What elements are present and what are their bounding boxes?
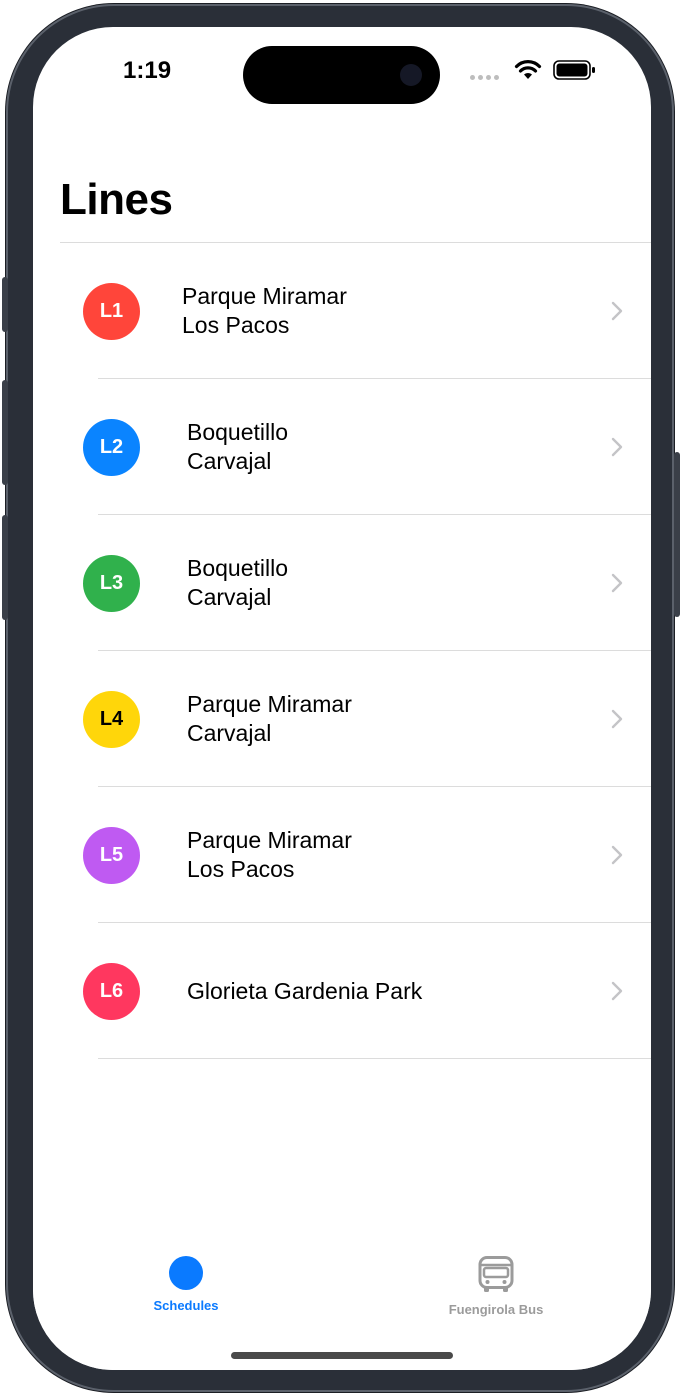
volume-up-button <box>2 380 8 485</box>
line-badge: L2 <box>83 419 140 476</box>
tab-schedules-label: Schedules <box>153 1298 219 1313</box>
tab-fuengirola-bus[interactable]: Fuengirola Bus <box>421 1256 571 1317</box>
line-row-l5[interactable]: L5 Parque Miramar Los Pacos <box>33 787 651 923</box>
line-badge-label: L5 <box>99 844 124 866</box>
volume-down-button <box>2 515 8 620</box>
line-stop-destination: Carvajal <box>187 448 272 474</box>
line-stop-destination: Carvajal <box>187 584 272 610</box>
line-row-l3[interactable]: L3 Boquetillo Carvajal <box>33 515 651 651</box>
cellular-signal-icon <box>470 75 499 80</box>
line-badge: L1 <box>83 283 140 340</box>
line-stop-destination: Carvajal <box>187 720 272 746</box>
wifi-icon <box>514 60 542 79</box>
chevron-right-icon <box>611 709 623 729</box>
line-stops: Parque Miramar Los Pacos <box>182 243 347 379</box>
line-row-l2[interactable]: L2 Boquetillo Carvajal <box>33 379 651 515</box>
power-button <box>674 452 680 617</box>
tab-schedules[interactable]: Schedules <box>111 1256 261 1313</box>
line-badge-label: L2 <box>99 436 124 458</box>
battery-icon <box>553 60 595 80</box>
line-stop-destination: Los Pacos <box>182 312 290 338</box>
tab-bar: Schedules Fuengirola Bus <box>33 1242 651 1370</box>
line-stops: Boquetillo Carvajal <box>187 379 288 515</box>
line-stop-origin: Parque Miramar <box>182 283 347 309</box>
lines-list: L1 Parque Miramar Los Pacos L2 Boquetill… <box>33 243 651 1059</box>
line-stop-destination: Los Pacos <box>187 856 295 882</box>
row-divider <box>98 1058 651 1059</box>
line-stop-origin: Parque Miramar <box>187 691 352 717</box>
line-badge-label: L4 <box>99 708 124 730</box>
chevron-right-icon <box>611 981 623 1001</box>
line-badge: L6 <box>83 963 140 1020</box>
line-stops: Glorieta Gardenia Park <box>187 923 422 1059</box>
chevron-right-icon <box>611 437 623 457</box>
line-badge: L4 <box>83 691 140 748</box>
line-stop-origin: Parque Miramar <box>187 827 352 853</box>
status-bar: 1:19 <box>33 27 651 117</box>
line-badge-label: L1 <box>99 300 124 322</box>
line-row-l4[interactable]: L4 Parque Miramar Carvajal <box>33 651 651 787</box>
chevron-right-icon <box>611 573 623 593</box>
circle-icon <box>169 1256 203 1290</box>
line-stop-origin: Glorieta Gardenia Park <box>187 977 423 1004</box>
dynamic-island <box>243 46 440 104</box>
line-stops: Boquetillo Carvajal <box>187 515 288 651</box>
line-stop-origin: Boquetillo <box>187 555 289 581</box>
line-stop-origin: Boquetillo <box>187 419 289 445</box>
status-time: 1:19 <box>123 57 172 84</box>
chevron-right-icon <box>611 845 623 865</box>
line-badge-label: L3 <box>99 572 124 594</box>
line-badge: L3 <box>83 555 140 612</box>
tab-fuengirola-bus-label: Fuengirola Bus <box>448 1302 544 1317</box>
page-title: Lines <box>60 175 173 224</box>
screen: 1:19 Lines L1 Parque Miramar Los Pacos L… <box>33 27 651 1370</box>
bus-icon <box>478 1256 514 1292</box>
line-stops: Parque Miramar Los Pacos <box>187 787 352 923</box>
line-stops: Parque Miramar Carvajal <box>187 651 352 787</box>
line-badge-label: L6 <box>99 980 124 1002</box>
home-indicator[interactable] <box>231 1352 453 1359</box>
chevron-right-icon <box>611 301 623 321</box>
line-badge: L5 <box>83 827 140 884</box>
action-button <box>2 277 8 332</box>
line-row-l1[interactable]: L1 Parque Miramar Los Pacos <box>33 243 651 379</box>
front-camera-icon <box>400 64 422 86</box>
line-row-l6[interactable]: L6 Glorieta Gardenia Park <box>33 923 651 1059</box>
